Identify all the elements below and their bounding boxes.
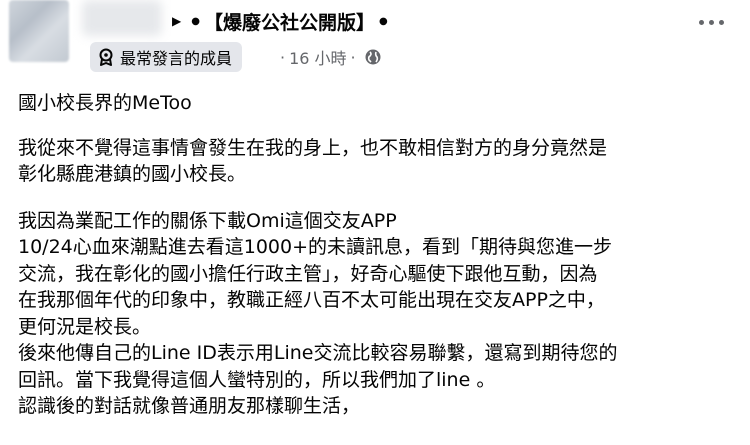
post-title: 國小校長界的MeToo (18, 92, 192, 114)
post-line: 更何況是校長。 (18, 315, 152, 338)
avatar[interactable] (9, 0, 69, 62)
group-link-row: ▶ ● 【爆廢公社公開版】 ● (172, 6, 392, 36)
post-meta: · 16 小時 · (276, 42, 381, 72)
member-badge-icon (98, 48, 114, 66)
post-body: 國小校長界的MeToo 我從來不覺得這事情會發生在我的身上，也不敢相信對方的身分… (18, 90, 738, 420)
post-line: 我從來不覺得這事情會發生在我的身上，也不敢相信對方的身分竟然是 (18, 136, 608, 159)
author-name[interactable] (82, 0, 162, 36)
group-name[interactable]: 【爆廢公社公開版】 (204, 8, 375, 35)
post-line: 回訊。當下我覺得這個人蠻特別的，所以我們加了line 。 (18, 368, 496, 391)
top-contributor-badge[interactable]: 最常發言的成員 (90, 42, 243, 72)
post-line: 認識後的對話就像普通朋友那樣聊生活， (18, 395, 361, 417)
group-arrow-icon: ▶ (172, 14, 182, 28)
badge-label: 最常發言的成員 (120, 49, 233, 68)
post-line: 彰化縣鹿港鎮的國小校長。 (18, 163, 247, 185)
meta-separator: · (350, 47, 356, 67)
meta-separator: · (280, 47, 286, 67)
post-line: 交流，我在彰化的國小擔任行政主管」，好奇心驅使下跟他互動，因為 (18, 262, 598, 285)
post-time[interactable]: 16 小時 (289, 45, 346, 69)
more-options-icon[interactable] (699, 20, 724, 25)
dot-icon: ● (191, 15, 200, 27)
globe-icon[interactable] (365, 49, 381, 65)
post-line: 後來他傳自己的Line ID表示用Line交流比較容易聯繫，還寫到期待您的 (18, 342, 618, 364)
dot-icon: ● (378, 15, 388, 27)
post-line: 在我那個年代的印象中，教職正經八百不太可能出現在交友APP之中， (18, 289, 605, 311)
post-line: 10/24心血來潮點進去看這1000+的未讀訊息，看到「期待與您進一步 (18, 236, 613, 258)
post-header: ▶ ● 【爆廢公社公開版】 ● 最常發言的成員 · 16 小時 · (0, 0, 750, 84)
post-line: 我因為業配工作的關係下載Omi這個交友APP (18, 209, 397, 232)
